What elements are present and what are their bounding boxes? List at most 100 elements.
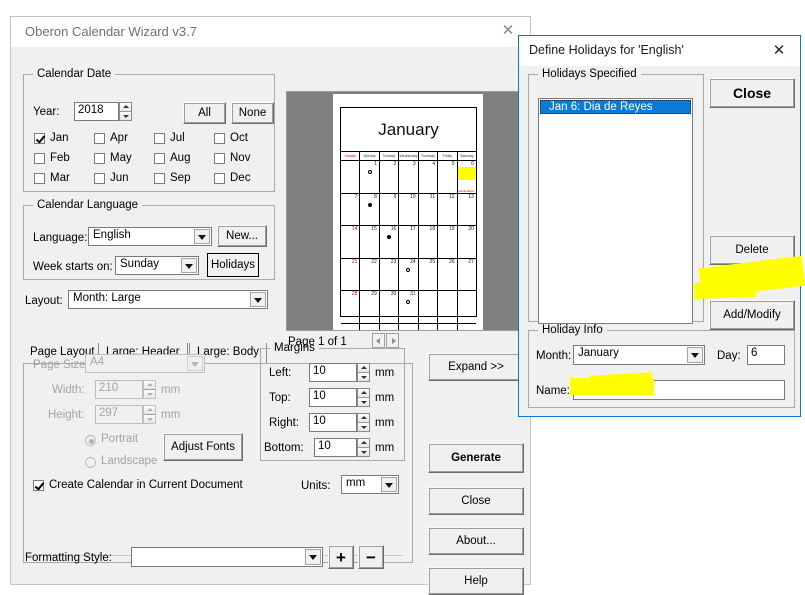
page-width-input[interactable]: 210	[95, 380, 143, 399]
checkbox-box-nov[interactable]	[214, 153, 225, 164]
checkbox-box-jun[interactable]	[94, 173, 105, 184]
margin-top-input[interactable]: 10	[309, 388, 357, 407]
holidays-specified-group: Holidays Specified Jan 6: Dia de Reyes	[528, 68, 704, 324]
margin-bottom-spinner-up[interactable]	[358, 439, 369, 448]
checkbox-box-jul[interactable]	[154, 133, 165, 144]
weekday-header-friday: Friday	[438, 152, 458, 160]
margin-right-spinner[interactable]	[357, 413, 370, 432]
week-start-combobox[interactable]: Sunday	[115, 256, 199, 275]
margin-bottom-spinner-down[interactable]	[358, 447, 369, 456]
checkbox-box-jan[interactable]	[34, 133, 45, 144]
preview-day-number: 9	[393, 193, 397, 200]
language-combobox[interactable]: English	[88, 227, 212, 246]
formatting-style-combobox[interactable]	[131, 547, 323, 567]
help-button[interactable]: Help	[428, 567, 524, 595]
year-spinner-up[interactable]	[120, 103, 131, 112]
new-language-button[interactable]: New...	[217, 225, 267, 247]
page-width-spinner-up[interactable]	[144, 381, 155, 390]
holiday-month-combobox[interactable]: January	[573, 345, 705, 365]
weekday-header-monday: Monday	[360, 152, 380, 160]
margin-right-spinner-down[interactable]	[358, 422, 369, 431]
left-arrow-icon[interactable]	[372, 333, 385, 348]
checkbox-box-mar[interactable]	[34, 173, 45, 184]
preview-calendar-day-cell	[341, 323, 361, 330]
holidays-listbox[interactable]: Jan 6: Dia de Reyes	[538, 98, 693, 324]
margin-right-spinner-up[interactable]	[358, 414, 369, 423]
preview-calendar-week-row	[341, 323, 476, 330]
radio-dot-portrait[interactable]	[85, 435, 96, 446]
about-button[interactable]: About...	[428, 527, 524, 555]
holiday-close-button[interactable]: Close	[709, 78, 795, 108]
landscape-label: Landscape	[101, 455, 158, 467]
checkbox-box-aug[interactable]	[154, 153, 165, 164]
checkbox-box-oct[interactable]	[214, 133, 225, 144]
preview-calendar-day-cell	[438, 323, 458, 330]
main-window-title: Oberon Calendar Wizard v3.7	[25, 24, 197, 39]
preview-day-number: 10	[410, 193, 416, 200]
checkbox-box-feb[interactable]	[34, 153, 45, 164]
checkbox-box-apr[interactable]	[94, 133, 105, 144]
close-button[interactable]: Close	[428, 487, 524, 515]
holiday-add-modify-button[interactable]: Add/Modify	[709, 300, 795, 330]
chevron-down-icon[interactable]	[187, 356, 203, 371]
add-style-button[interactable]: +	[328, 545, 354, 569]
page-width-spinner-down[interactable]	[144, 389, 155, 398]
page-size-combobox[interactable]: A4	[85, 354, 205, 373]
chevron-down-icon[interactable]	[381, 477, 397, 492]
right-arrow-icon[interactable]	[386, 333, 399, 348]
preview-calendar-week-row: 28 29 30 31	[341, 291, 476, 324]
preview-calendar-day-cell	[458, 291, 476, 323]
chevron-down-icon[interactable]	[194, 229, 210, 244]
weekday-header-wednesday: Wednesday	[399, 152, 419, 160]
year-input[interactable]: 2018	[74, 102, 119, 121]
checkbox-box-may[interactable]	[94, 153, 105, 164]
checkbox-box-sep[interactable]	[154, 173, 165, 184]
margin-left-spinner-down[interactable]	[358, 372, 369, 381]
preview-day-number: 13	[468, 193, 474, 200]
page-height-spinner-down[interactable]	[144, 414, 155, 423]
select-all-months-button[interactable]: All	[183, 102, 226, 124]
month-label-oct: Oct	[230, 132, 248, 144]
chevron-down-icon[interactable]	[305, 549, 321, 565]
layout-combobox[interactable]: Month: Large	[68, 290, 268, 309]
chevron-down-icon[interactable]	[687, 347, 703, 363]
checkbox-box-dec[interactable]	[214, 173, 225, 184]
chevron-down-icon[interactable]	[181, 258, 197, 273]
select-no-months-button[interactable]: None	[231, 102, 274, 124]
margin-top-spinner[interactable]	[357, 388, 370, 407]
expand-button[interactable]: Expand >>	[428, 353, 524, 381]
margin-left-input[interactable]: 10	[309, 363, 357, 382]
margin-right-input[interactable]: 10	[309, 413, 357, 432]
list-item[interactable]: Jan 6: Dia de Reyes	[540, 100, 691, 114]
holiday-day-input[interactable]: 6	[747, 345, 785, 365]
checkbox-box-create-in-document[interactable]	[33, 480, 44, 491]
holiday-month-value: January	[578, 347, 619, 359]
holidays-button[interactable]: Holidays	[207, 253, 259, 277]
margin-top-spinner-up[interactable]	[358, 389, 369, 398]
margin-left-spinner-up[interactable]	[358, 364, 369, 373]
page-height-spinner-up[interactable]	[144, 406, 155, 415]
chevron-down-icon[interactable]	[250, 292, 266, 307]
margin-bottom-input[interactable]: 10	[314, 438, 357, 457]
remove-style-button[interactable]: −	[358, 545, 384, 569]
margin-bottom-spinner[interactable]	[357, 438, 370, 457]
adjust-fonts-button[interactable]: Adjust Fonts	[163, 433, 243, 461]
preview-day-number: 18	[429, 226, 436, 232]
page-height-input[interactable]: 297	[95, 405, 143, 424]
year-spinner-down[interactable]	[120, 111, 131, 120]
preview-day-number: 3	[412, 161, 416, 167]
page-height-spinner[interactable]	[143, 405, 156, 424]
units-combobox[interactable]: mm	[341, 475, 399, 494]
close-icon[interactable]: ✕	[764, 40, 794, 62]
holiday-month-label: Month:	[536, 350, 572, 362]
preview-weekday-header-row: Sunday Monday Tuesday Wednesday Thursday…	[341, 152, 476, 161]
generate-button[interactable]: Generate	[428, 443, 524, 473]
highlighter-mark-add-modify-2	[693, 280, 757, 300]
year-spinner[interactable]	[119, 102, 132, 121]
page-width-spinner[interactable]	[143, 380, 156, 399]
create-in-document-label: Create Calendar in Current Document	[49, 479, 243, 491]
margin-top-spinner-down[interactable]	[358, 397, 369, 406]
margin-left-spinner[interactable]	[357, 363, 370, 382]
holiday-dialog-titlebar: Define Holidays for 'English' ✕	[519, 36, 800, 66]
radio-dot-landscape[interactable]	[85, 457, 96, 468]
